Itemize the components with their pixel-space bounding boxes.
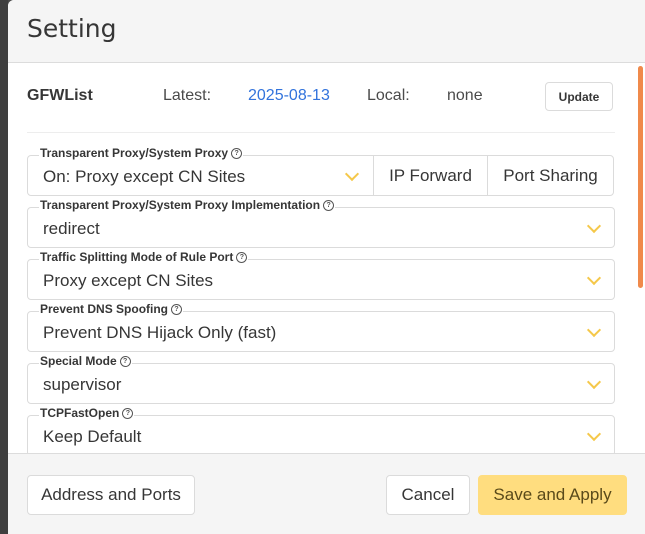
chevron-down-icon — [586, 426, 602, 442]
help-icon[interactable]: ? — [119, 355, 131, 367]
proxy-implementation-field: redirect Transparent Proxy/System Proxy … — [27, 198, 615, 248]
latest-version[interactable]: 2025-08-13 — [248, 87, 330, 105]
cancel-button[interactable]: Cancel — [386, 475, 470, 515]
transparent-proxy-field: On: Proxy except CN Sites Transparent Pr… — [27, 146, 615, 196]
save-and-apply-button[interactable]: Save and Apply — [478, 475, 627, 515]
chevron-down-icon — [586, 374, 602, 390]
divider — [27, 132, 615, 133]
rule-port-mode-select[interactable]: Proxy except CN Sites — [27, 259, 615, 300]
scrollbar[interactable] — [638, 66, 643, 288]
help-icon[interactable]: ? — [171, 303, 183, 315]
field-label: TCPFastOpen ? — [39, 406, 135, 420]
ip-forward-button[interactable]: IP Forward — [373, 155, 488, 196]
proxy-implementation-select[interactable]: redirect — [27, 207, 615, 248]
chevron-down-icon — [586, 218, 602, 234]
select-value: On: Proxy except CN Sites — [43, 167, 246, 186]
modal-footer: Address and Ports Cancel Save and Apply — [8, 453, 645, 534]
tcp-fast-open-select[interactable]: Keep Default — [27, 415, 615, 453]
field-label: Prevent DNS Spoofing ? — [39, 302, 184, 316]
special-mode-select[interactable]: supervisor — [27, 363, 615, 404]
select-value: Proxy except CN Sites — [43, 271, 214, 290]
dns-spoofing-select[interactable]: Prevent DNS Hijack Only (fast) — [27, 311, 615, 352]
chevron-down-icon — [344, 166, 360, 182]
modal-title: Setting — [27, 14, 117, 43]
field-label: Transparent Proxy/System Proxy ? — [39, 146, 244, 160]
modal-header: Setting — [8, 0, 645, 63]
rule-port-mode-field: Proxy except CN Sites Traffic Splitting … — [27, 250, 615, 300]
help-icon[interactable]: ? — [323, 199, 335, 211]
gfwlist-row: GFWList Latest: 2025-08-13 Local: none U… — [27, 82, 615, 113]
field-label: Special Mode ? — [39, 354, 132, 368]
dns-spoofing-field: Prevent DNS Hijack Only (fast) Prevent D… — [27, 302, 615, 352]
field-label: Transparent Proxy/System Proxy Implement… — [39, 198, 336, 212]
gfwlist-title: GFWList — [27, 87, 93, 104]
local-label: Local: — [367, 87, 410, 104]
transparent-proxy-select[interactable]: On: Proxy except CN Sites — [27, 155, 374, 196]
special-mode-field: supervisor Special Mode ? — [27, 354, 615, 404]
modal-body[interactable]: GFWList Latest: 2025-08-13 Local: none U… — [8, 63, 645, 453]
latest-label: Latest: — [163, 87, 212, 104]
port-sharing-button[interactable]: Port Sharing — [487, 155, 614, 196]
address-and-ports-button[interactable]: Address and Ports — [27, 475, 195, 515]
local-version: none — [447, 87, 483, 104]
tcp-fast-open-field: Keep Default TCPFastOpen ? — [27, 406, 615, 453]
settings-modal: Setting GFWList Latest: 2025-08-13 Local… — [8, 0, 645, 534]
select-value: redirect — [43, 219, 100, 238]
chevron-down-icon — [586, 322, 602, 338]
update-button[interactable]: Update — [545, 82, 613, 111]
field-label: Traffic Splitting Mode of Rule Port ? — [39, 250, 249, 264]
select-value: Keep Default — [43, 427, 142, 446]
backdrop — [0, 0, 8, 534]
chevron-down-icon — [586, 270, 602, 286]
help-icon[interactable]: ? — [231, 147, 243, 159]
help-icon[interactable]: ? — [236, 251, 248, 263]
help-icon[interactable]: ? — [122, 407, 134, 419]
select-value: supervisor — [43, 375, 122, 394]
select-value: Prevent DNS Hijack Only (fast) — [43, 323, 277, 342]
